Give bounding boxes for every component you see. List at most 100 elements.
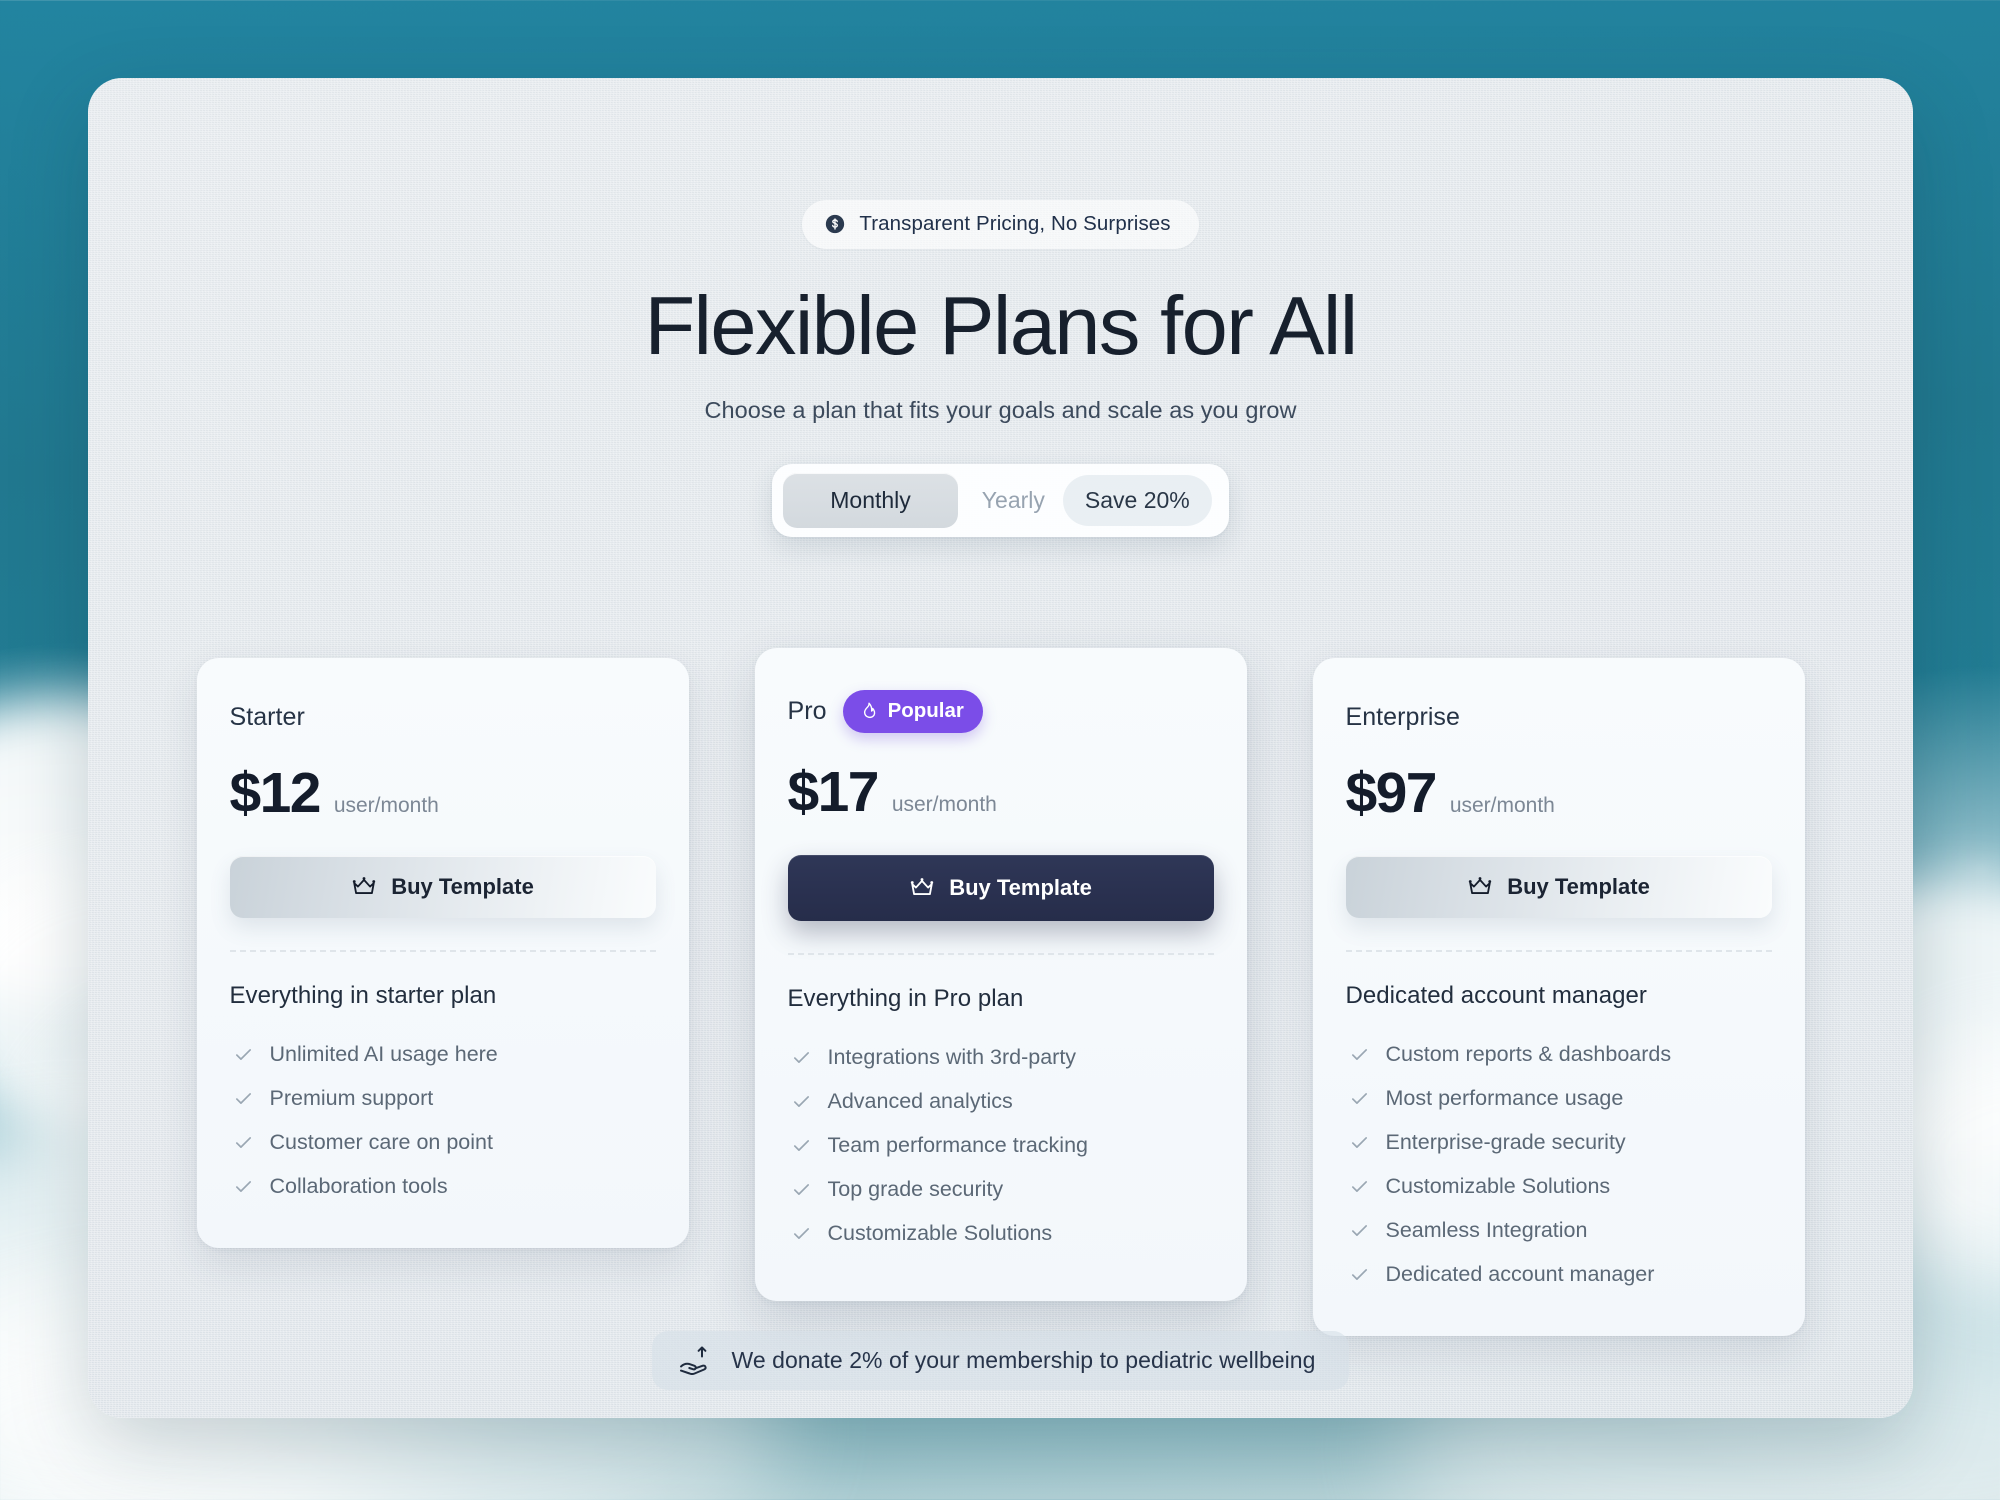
list-item: Customizable Solutions	[788, 1211, 1214, 1255]
feature-label: Integrations with 3rd-party	[827, 1045, 1077, 1069]
check-icon	[792, 1092, 811, 1111]
pricing-card-starter: Starter $12 user/month Buy Template Ever…	[196, 658, 689, 1248]
list-item: Collaboration tools	[230, 1164, 656, 1208]
plan-price: $17	[787, 760, 880, 824]
feature-label: Custom reports & dashboards	[1385, 1042, 1672, 1066]
features-list: Integrations with 3rd-party Advanced ana…	[788, 1035, 1214, 1255]
check-icon	[234, 1177, 253, 1196]
badge-label: Transparent Pricing, No Surprises	[859, 212, 1171, 235]
popular-badge-label: Popular	[887, 699, 964, 722]
feature-label: Unlimited AI usage here	[269, 1042, 498, 1066]
feature-label: Dedicated account manager	[1385, 1262, 1655, 1286]
plan-name: Enterprise	[1345, 702, 1460, 731]
features-title: Everything in Pro plan	[787, 985, 1024, 1012]
dollar-circle-icon	[824, 213, 846, 235]
popular-badge: Popular	[842, 690, 983, 733]
list-item: Premium support	[230, 1076, 656, 1120]
list-item: Unlimited AI usage here	[230, 1032, 656, 1076]
toggle-save-badge[interactable]: Save 20%	[1062, 475, 1212, 527]
check-icon	[792, 1224, 811, 1243]
plan-price: $12	[229, 761, 322, 825]
feature-label: Seamless Integration	[1385, 1218, 1588, 1242]
check-icon	[1350, 1089, 1369, 1108]
buy-template-button-starter[interactable]: Buy Template	[229, 856, 656, 918]
features-list: Custom reports & dashboards Most perform…	[1346, 1032, 1772, 1296]
check-icon	[792, 1180, 811, 1199]
list-item: Advanced analytics	[788, 1079, 1214, 1123]
donation-notice: We donate 2% of your membership to pedia…	[651, 1331, 1350, 1390]
list-item: Customer care on point	[230, 1120, 656, 1164]
feature-label: Customizable Solutions	[827, 1221, 1053, 1245]
list-item: Team performance tracking	[788, 1123, 1214, 1167]
check-icon	[234, 1133, 253, 1152]
crown-icon	[351, 874, 377, 900]
plan-period: user/month	[333, 794, 439, 817]
price-row: $12 user/month	[230, 760, 656, 826]
page-subtitle: Choose a plan that fits your goals and s…	[704, 397, 1297, 424]
check-icon	[1350, 1133, 1369, 1152]
feature-label: Most performance usage	[1385, 1086, 1624, 1110]
feature-label: Team performance tracking	[827, 1133, 1089, 1157]
check-icon	[1350, 1177, 1369, 1196]
billing-toggle[interactable]: Monthly Yearly Save 20%	[772, 464, 1229, 538]
plan-header: Starter	[230, 700, 656, 734]
card-divider	[1345, 950, 1772, 952]
check-icon	[1350, 1265, 1369, 1284]
plan-header: Enterprise	[1346, 700, 1772, 734]
list-item: Enterprise-grade security	[1346, 1120, 1772, 1164]
buy-template-button-enterprise[interactable]: Buy Template	[1345, 856, 1772, 918]
page-title: Flexible Plans for All	[644, 279, 1358, 372]
plan-name: Starter	[229, 702, 305, 731]
feature-label: Customizable Solutions	[1385, 1174, 1611, 1198]
features-title: Everything in starter plan	[229, 982, 497, 1009]
donation-footer-container: We donate 2% of your membership to pedia…	[88, 1331, 1913, 1390]
plan-period: user/month	[1449, 794, 1555, 817]
feature-label: Enterprise-grade security	[1385, 1130, 1626, 1154]
list-item: Dedicated account manager	[1346, 1252, 1772, 1296]
check-icon	[1350, 1045, 1369, 1064]
crown-icon	[909, 875, 935, 901]
pricing-card-pro: Pro Popular $17 user/month Buy Template …	[754, 648, 1247, 1301]
plan-header: Pro Popular	[788, 690, 1214, 733]
plan-name: Pro	[787, 697, 827, 725]
pricing-cards: Starter $12 user/month Buy Template Ever…	[88, 648, 1913, 1336]
badge-container: Transparent Pricing, No Surprises	[88, 200, 1913, 249]
toggle-yearly[interactable]: Yearly	[958, 473, 1063, 528]
list-item: Top grade security	[788, 1167, 1214, 1211]
billing-toggle-container: Monthly Yearly Save 20%	[88, 464, 1913, 538]
features-list: Unlimited AI usage here Premium support …	[230, 1032, 656, 1208]
price-row: $17 user/month	[788, 759, 1214, 825]
price-row: $97 user/month	[1346, 760, 1772, 826]
buy-button-label: Buy Template	[949, 875, 1092, 900]
feature-label: Collaboration tools	[269, 1174, 448, 1198]
check-icon	[234, 1045, 253, 1064]
feature-label: Premium support	[269, 1086, 434, 1110]
plan-period: user/month	[891, 793, 997, 816]
buy-button-label: Buy Template	[391, 874, 534, 899]
buy-button-label: Buy Template	[1507, 874, 1650, 899]
crown-icon	[1467, 874, 1493, 900]
transparent-pricing-badge: Transparent Pricing, No Surprises	[802, 200, 1199, 249]
pricing-panel: Transparent Pricing, No Surprises Flexib…	[88, 78, 1913, 1418]
check-icon	[234, 1089, 253, 1108]
card-divider	[229, 950, 656, 952]
feature-label: Top grade security	[827, 1177, 1004, 1201]
card-divider	[787, 953, 1214, 955]
donation-label: We donate 2% of your membership to pedia…	[731, 1346, 1316, 1373]
list-item: Integrations with 3rd-party	[788, 1035, 1214, 1079]
plan-price: $97	[1345, 761, 1438, 825]
feature-label: Customer care on point	[269, 1130, 493, 1154]
list-item: Seamless Integration	[1346, 1208, 1772, 1252]
flame-icon	[858, 701, 879, 722]
buy-template-button-pro[interactable]: Buy Template	[787, 855, 1214, 921]
toggle-monthly[interactable]: Monthly	[783, 473, 958, 529]
feature-label: Advanced analytics	[827, 1089, 1013, 1113]
features-title: Dedicated account manager	[1345, 982, 1647, 1009]
list-item: Custom reports & dashboards	[1346, 1032, 1772, 1076]
donate-hand-icon	[678, 1345, 712, 1375]
list-item: Most performance usage	[1346, 1076, 1772, 1120]
check-icon	[792, 1048, 811, 1067]
pricing-card-enterprise: Enterprise $97 user/month Buy Template D…	[1312, 658, 1805, 1336]
check-icon	[1350, 1221, 1369, 1240]
list-item: Customizable Solutions	[1346, 1164, 1772, 1208]
